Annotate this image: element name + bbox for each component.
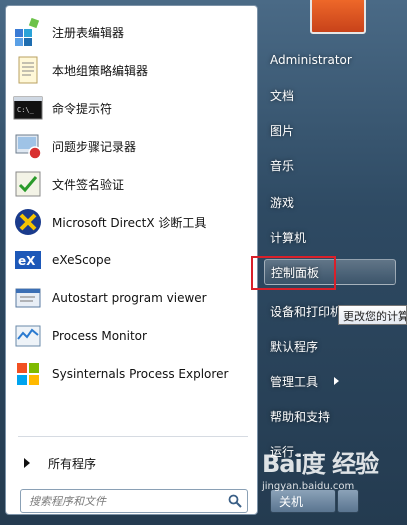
steps-recorder-icon <box>12 130 44 162</box>
right-item-label: 默认程序 <box>270 339 319 354</box>
right-item-music[interactable]: 音乐 <box>270 154 404 176</box>
right-item-label: 设备和打印机 <box>270 304 343 319</box>
exescope-icon: eX <box>12 244 44 276</box>
search-box <box>20 489 248 513</box>
svg-text:eX: eX <box>18 254 36 268</box>
command-prompt-icon: C:\_ <box>12 92 44 124</box>
program-label: Autostart program viewer <box>52 291 207 305</box>
process-monitor-icon <box>12 320 44 352</box>
right-item-label: 帮助和支持 <box>270 409 331 424</box>
right-item-documents[interactable]: 文档 <box>270 84 404 106</box>
process-explorer-icon <box>12 358 44 390</box>
directx-icon <box>12 206 44 238</box>
program-label: 命令提示符 <box>52 101 113 116</box>
arrow-right-icon <box>24 458 30 468</box>
watermark: Bai度 经验 jingyan.baidu.com <box>262 444 402 514</box>
programs-pane: 注册表编辑器 本地组策略编辑器 C:\_ 命令提示符 问题步骤记录器 文件签名验… <box>5 5 258 515</box>
program-label: Sysinternals Process Explorer <box>52 367 229 381</box>
watermark-url: jingyan.baidu.com <box>262 481 355 492</box>
program-autostart-viewer[interactable]: Autostart program viewer <box>10 280 254 316</box>
autostart-viewer-icon <box>12 282 44 314</box>
search-icon[interactable] <box>223 490 247 512</box>
right-item-default-programs[interactable]: 默认程序 <box>270 335 404 357</box>
right-item-label: 图片 <box>270 123 295 138</box>
group-policy-icon <box>12 54 44 86</box>
right-item-label: 管理工具 <box>270 374 319 389</box>
right-item-label: 游戏 <box>270 195 295 210</box>
divider <box>18 436 248 437</box>
search-input[interactable] <box>21 493 223 509</box>
tooltip: 更改您的计算 <box>338 305 407 325</box>
all-programs-button[interactable]: 所有程序 <box>18 452 248 474</box>
right-item-label: 计算机 <box>270 230 307 245</box>
right-item-games[interactable]: 游戏 <box>270 191 404 213</box>
program-label: eXeScope <box>52 253 112 267</box>
program-registry-editor[interactable]: 注册表编辑器 <box>10 14 254 50</box>
right-item-admin-tools[interactable]: 管理工具 <box>270 370 404 392</box>
program-steps-recorder[interactable]: 问题步骤记录器 <box>10 128 254 164</box>
user-picture[interactable] <box>310 0 366 34</box>
right-item-label: Administrator <box>270 53 352 67</box>
annotation-highlight-box <box>251 256 336 290</box>
program-directx[interactable]: Microsoft DirectX 诊断工具 <box>10 204 254 240</box>
program-label: Process Monitor <box>52 329 147 343</box>
program-process-monitor[interactable]: Process Monitor <box>10 318 254 354</box>
right-item-computer[interactable]: 计算机 <box>270 226 404 248</box>
program-process-explorer[interactable]: Sysinternals Process Explorer <box>10 356 254 392</box>
program-label: 问题步骤记录器 <box>52 139 137 154</box>
file-signature-icon <box>12 168 44 200</box>
right-item-label: 文档 <box>270 88 295 103</box>
arrow-right-icon <box>334 377 340 385</box>
all-programs-label: 所有程序 <box>48 456 97 471</box>
registry-editor-icon <box>12 16 44 48</box>
svg-text:C:\_: C:\_ <box>17 106 35 114</box>
right-item-pictures[interactable]: 图片 <box>270 119 404 141</box>
program-label: 文件签名验证 <box>52 177 125 192</box>
program-group-policy[interactable]: 本地组策略编辑器 <box>10 52 254 88</box>
right-item-label: 音乐 <box>270 158 295 173</box>
program-label: 本地组策略编辑器 <box>52 63 149 78</box>
watermark-logo: Bai度 经验 <box>262 450 379 478</box>
program-exescope[interactable]: eX eXeScope <box>10 242 254 278</box>
program-label: 注册表编辑器 <box>52 25 125 40</box>
right-item-user[interactable]: Administrator <box>270 49 404 71</box>
program-file-signature[interactable]: 文件签名验证 <box>10 166 254 202</box>
program-command-prompt[interactable]: C:\_ 命令提示符 <box>10 90 254 126</box>
program-label: Microsoft DirectX 诊断工具 <box>52 215 207 230</box>
right-item-help[interactable]: 帮助和支持 <box>270 405 404 427</box>
